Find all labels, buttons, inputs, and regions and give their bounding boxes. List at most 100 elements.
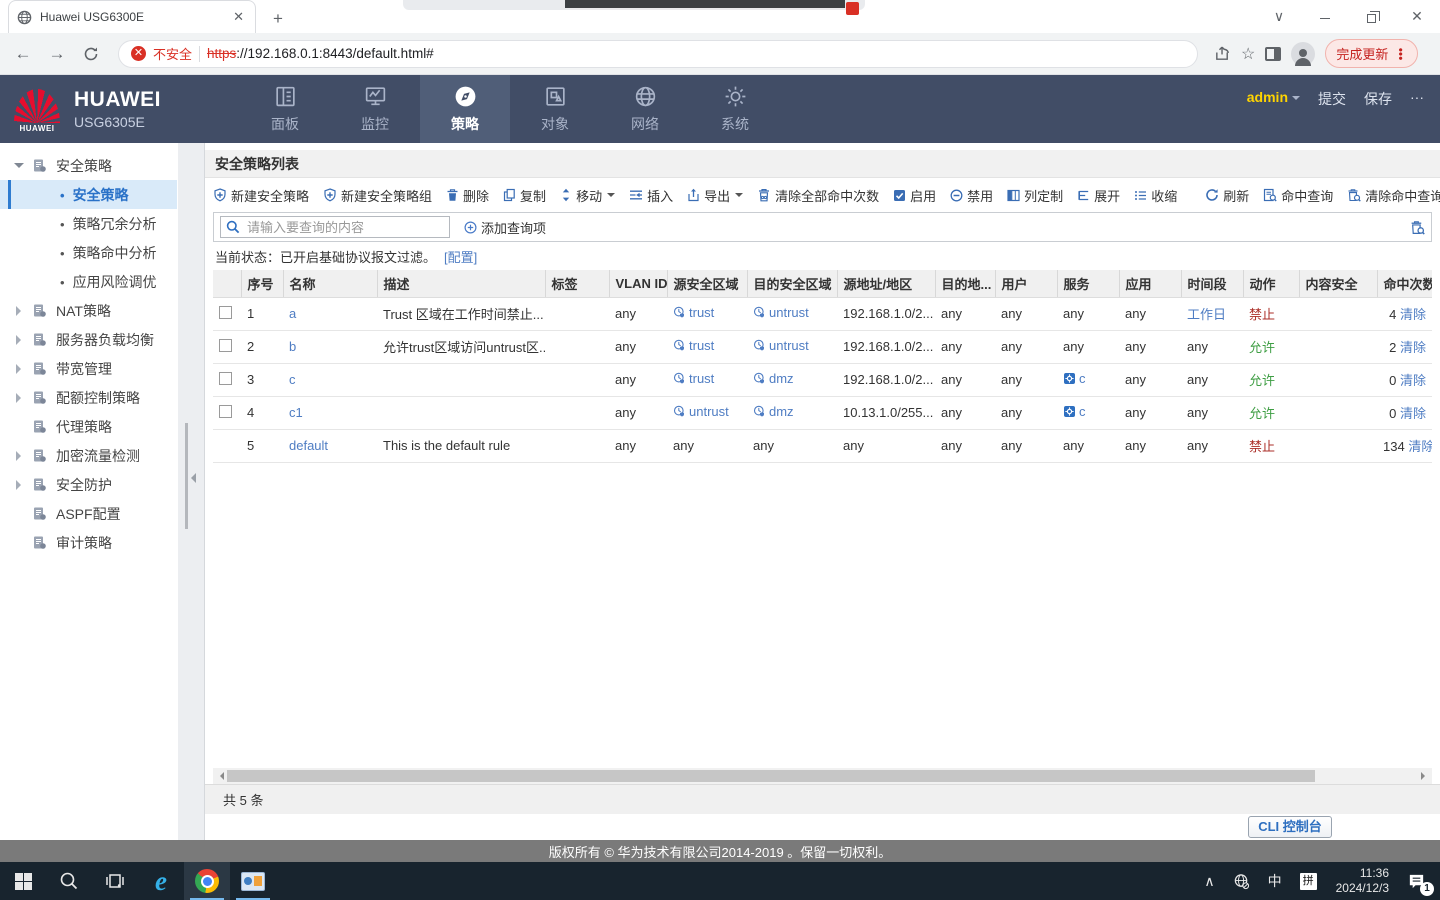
add-query-button[interactable]: 添加查询项 [464, 218, 546, 237]
nav-objects[interactable]: 对象 [510, 75, 600, 143]
column-header[interactable]: 标签 [545, 270, 609, 297]
hit-query-button[interactable]: 命中查询 [1263, 186, 1333, 205]
nav-system[interactable]: 系统 [690, 75, 780, 143]
clear-hits-link[interactable]: 清除 [1408, 439, 1432, 454]
column-header[interactable]: 动作 [1243, 270, 1299, 297]
row-checkbox[interactable] [219, 306, 232, 319]
share-icon[interactable] [1214, 45, 1231, 62]
sidebar-item[interactable]: 安全防护 [0, 470, 204, 499]
clear-hits-link[interactable]: 清除 [1400, 406, 1426, 421]
submit-button[interactable]: 提交 [1318, 89, 1346, 109]
update-chrome-button[interactable]: 完成更新 ••• [1325, 39, 1418, 68]
expand-arrow-icon[interactable] [14, 163, 24, 173]
new-tab-button[interactable]: + [266, 9, 290, 29]
config-link[interactable]: [配置] [444, 247, 477, 266]
column-header[interactable]: 源安全区域 [667, 270, 747, 297]
profile-avatar[interactable] [1291, 42, 1315, 66]
sidebar-item[interactable]: 加密流量检测 [0, 441, 204, 470]
scroll-left-arrow-icon[interactable] [216, 772, 224, 780]
sidebar-subitem[interactable]: 策略命中分析 [0, 238, 177, 267]
sidebar-item[interactable]: 审计策略 [0, 528, 204, 557]
browser-menu-icon[interactable]: ••• [1399, 47, 1403, 60]
search-input[interactable] [245, 219, 444, 236]
column-custom-button[interactable]: 列定制 [1007, 186, 1063, 205]
internet-explorer-button[interactable]: e [138, 862, 184, 900]
not-secure-icon[interactable]: ✕ [131, 46, 146, 61]
sidebar-subitem[interactable]: 应用风险调优 [0, 267, 177, 296]
new-policy-button[interactable]: 新建安全策略 [213, 186, 309, 205]
nav-policy[interactable]: 策略 [420, 75, 510, 143]
ime-mode-button[interactable]: 拼 [1291, 862, 1326, 900]
sidebar-item[interactable]: 带宽管理 [0, 354, 204, 383]
column-header[interactable]: 源地址/地区 [837, 270, 935, 297]
horizontal-scrollbar[interactable] [213, 768, 1432, 784]
stop-sharing-button[interactable] [846, 2, 859, 15]
policy-name-link[interactable]: default [289, 438, 328, 453]
expand-arrow-icon[interactable] [16, 393, 26, 403]
expand-arrow-icon[interactable] [16, 480, 26, 490]
start-button[interactable] [0, 862, 46, 900]
column-header[interactable]: VLAN ID [609, 270, 667, 297]
collapse-button[interactable]: 收缩 [1134, 186, 1177, 205]
tab-close-icon[interactable]: ✕ [230, 9, 247, 25]
zone-link[interactable]: untrust [689, 404, 729, 419]
show-hidden-icons-button[interactable]: ∧ [1195, 862, 1223, 900]
nav-dashboard[interactable]: 面板 [240, 75, 330, 143]
service-link[interactable]: c [1079, 404, 1086, 419]
more-menu-icon[interactable]: ··· [1410, 89, 1424, 105]
insert-button[interactable]: 插入 [629, 186, 673, 205]
column-header[interactable]: 序号 [241, 270, 283, 297]
nav-network[interactable]: 网络 [600, 75, 690, 143]
url-text[interactable]: https://192.168.0.1:8443/default.html# [207, 46, 434, 61]
time-range-link[interactable]: 工作日 [1187, 307, 1226, 322]
notification-center-button[interactable]: 1 [1399, 862, 1440, 900]
not-secure-label[interactable]: 不安全 [153, 44, 192, 63]
forward-button[interactable]: → [42, 39, 72, 69]
nav-monitor[interactable]: 监控 [330, 75, 420, 143]
policy-name-link[interactable]: b [289, 339, 296, 354]
expand-arrow-icon[interactable] [16, 451, 26, 461]
task-view-button[interactable] [92, 862, 138, 900]
save-button[interactable]: 保存 [1364, 89, 1392, 109]
sidebar-subitem[interactable]: 策略冗余分析 [0, 209, 177, 238]
address-bar[interactable]: ✕ 不安全 https://192.168.0.1:8443/default.h… [118, 40, 1198, 68]
row-checkbox[interactable] [219, 372, 232, 385]
scroll-right-arrow-icon[interactable] [1421, 772, 1429, 780]
browser-tab[interactable]: Huawei USG6300E ✕ [8, 0, 256, 33]
window-restore-button[interactable] [1348, 9, 1394, 25]
side-panel-icon[interactable] [1265, 47, 1281, 61]
expand-arrow-icon[interactable] [16, 306, 26, 316]
user-menu[interactable]: admin [1247, 89, 1300, 105]
sidebar-subitem[interactable]: 安全策略 [0, 180, 177, 209]
chrome-taskbar-button[interactable] [184, 862, 230, 900]
move-button[interactable]: 移动 [560, 186, 615, 205]
column-header[interactable]: 目的安全区域 [747, 270, 837, 297]
service-link[interactable]: c [1079, 371, 1086, 386]
refresh-button[interactable]: 刷新 [1205, 186, 1249, 205]
clear-hits-link[interactable]: 清除 [1400, 340, 1426, 355]
clear-search-icon[interactable] [1410, 220, 1425, 235]
column-header[interactable]: 应用 [1119, 270, 1181, 297]
expand-arrow-icon[interactable] [16, 364, 26, 374]
policy-name-link[interactable]: a [289, 306, 296, 321]
zone-link[interactable]: trust [689, 338, 714, 353]
zone-link[interactable]: untrust [769, 338, 809, 353]
zone-link[interactable]: trust [689, 371, 714, 386]
sidebar-item[interactable]: 代理策略 [0, 412, 204, 441]
bookmark-star-icon[interactable]: ☆ [1241, 44, 1255, 64]
clear-hit-query-button[interactable]: 清除命中查询 [1347, 186, 1440, 205]
export-button[interactable]: 导出 [687, 186, 743, 205]
new-policy-group-button[interactable]: 新建安全策略组 [323, 186, 432, 205]
zone-link[interactable]: untrust [769, 305, 809, 320]
sidebar-item[interactable]: NAT策略 [0, 296, 204, 325]
app-taskbar-button[interactable] [230, 862, 276, 900]
zone-link[interactable]: dmz [769, 371, 794, 386]
expand-arrow-icon[interactable] [16, 335, 26, 345]
column-header[interactable]: 用户 [995, 270, 1057, 297]
window-minimize-button[interactable] [1302, 9, 1348, 25]
window-close-button[interactable]: ✕ [1394, 8, 1440, 25]
search-box[interactable] [220, 216, 450, 238]
clear-hits-link[interactable]: 清除 [1400, 373, 1426, 388]
window-menu-chevron-icon[interactable]: ∨ [1256, 8, 1302, 25]
back-button[interactable]: ← [8, 39, 38, 69]
